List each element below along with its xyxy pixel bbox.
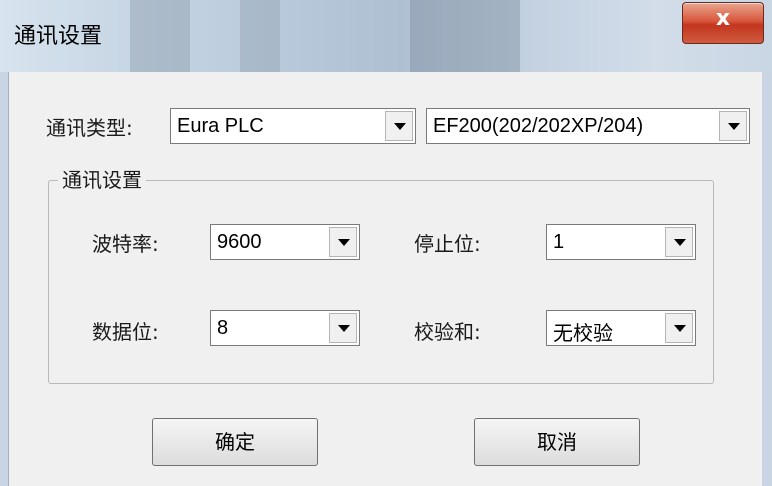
ok-button[interactable]: 确定 (152, 418, 318, 466)
cancel-button[interactable]: 取消 (474, 418, 640, 466)
title-bar-background-shade (240, 0, 280, 72)
chevron-down-icon[interactable] (665, 227, 693, 257)
chevron-down-icon[interactable] (385, 111, 413, 141)
data-bits-label: 数据位: (92, 320, 159, 344)
stop-bits-label: 停止位: (414, 232, 481, 256)
checksum-label: 校验和: (414, 320, 481, 344)
title-bar-background-shade (130, 0, 190, 72)
model-select-value: EF200(202/202XP/204) (433, 115, 644, 137)
checksum-value: 无校验 (553, 323, 613, 345)
close-icon: x (715, 6, 731, 31)
comm-settings-dialog: 通讯设置 x 通讯类型: Eura PLC EF200(202/202XP/20… (0, 0, 772, 486)
protocol-select[interactable]: Eura PLC (170, 108, 416, 144)
close-button[interactable]: x (682, 2, 764, 44)
protocol-select-value: Eura PLC (177, 115, 264, 137)
baud-rate-label: 波特率: (92, 232, 159, 256)
baud-rate-select[interactable]: 9600 (210, 224, 360, 260)
checksum-select[interactable]: 无校验 (546, 310, 696, 346)
window-frame-right (762, 72, 772, 486)
comm-type-label: 通讯类型: (46, 116, 133, 140)
window-frame-left (0, 72, 8, 486)
chevron-down-icon[interactable] (329, 313, 357, 343)
title-bar-background-shade (410, 0, 520, 72)
stop-bits-select[interactable]: 1 (546, 224, 696, 260)
title-bar[interactable]: 通讯设置 x (0, 0, 772, 72)
baud-rate-value: 9600 (217, 231, 262, 253)
data-bits-value: 8 (217, 317, 229, 339)
group-title: 通讯设置 (58, 164, 146, 193)
window-title: 通讯设置 (14, 24, 103, 49)
data-bits-select[interactable]: 8 (210, 310, 360, 346)
stop-bits-value: 1 (553, 231, 565, 253)
comm-settings-group (48, 180, 714, 384)
model-select[interactable]: EF200(202/202XP/204) (426, 108, 750, 144)
chevron-down-icon[interactable] (719, 111, 747, 141)
chevron-down-icon[interactable] (665, 313, 693, 343)
chevron-down-icon[interactable] (329, 227, 357, 257)
